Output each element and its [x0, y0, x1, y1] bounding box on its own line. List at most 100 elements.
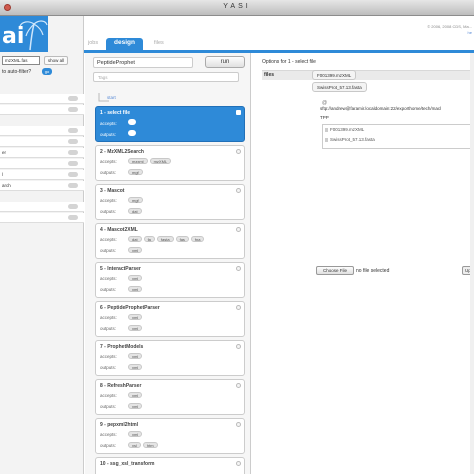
options-title: Options for 1 - select file: [262, 59, 316, 65]
add-output-icon[interactable]: [128, 130, 136, 136]
file-icon: [325, 137, 328, 142]
type-chip: xml: [128, 403, 143, 409]
type-chip: mzXML: [149, 158, 172, 164]
list-item[interactable]: [0, 213, 84, 223]
selected-file-chip[interactable]: F001399.mzXML: [312, 70, 357, 80]
no-file-label: no file selected: [356, 268, 390, 274]
step-outputs-row: outputs: dat: [96, 205, 244, 216]
step-menu-icon[interactable]: [236, 110, 241, 115]
add-pill-icon[interactable]: [68, 204, 78, 209]
step-title: 4 - Mascot2XML: [100, 227, 138, 233]
choose-file-button[interactable]: Choose File: [316, 266, 354, 275]
type-chip: xml: [128, 314, 143, 320]
selected-file-chip[interactable]: SwissProt_57.13.fasta: [312, 82, 367, 92]
step-outputs-row: outputs: mgf: [96, 166, 244, 177]
type-chip: xsl: [128, 442, 141, 448]
tags-input[interactable]: Tags: [93, 72, 239, 82]
type-chip: xml: [128, 392, 143, 398]
pipeline-step-7[interactable]: 7 - ProphetModels accepts: xml outputs: xm…: [95, 340, 245, 376]
help-link[interactable]: he: [468, 30, 472, 35]
logo-text: ai: [2, 24, 25, 49]
left-panel: ai mzXML.fas show all to auto-filter? go…: [0, 16, 84, 474]
list-item[interactable]: [0, 137, 84, 147]
type-chip: xml: [128, 275, 143, 281]
list-item[interactable]: er: [0, 148, 84, 158]
step-menu-icon[interactable]: [236, 344, 241, 349]
type-chip: mgf: [128, 169, 143, 175]
step-title: 2 - MzXML2Search: [100, 149, 144, 155]
add-pill-icon[interactable]: [68, 183, 78, 188]
type-chip: xml: [128, 247, 143, 253]
type-chip: htm: [142, 442, 158, 448]
pipeline-panel: PeptideProphet run Tags start 1 - select…: [85, 53, 251, 474]
filter-row: mzXML.fas show all: [0, 56, 84, 66]
step-outputs-row: outputs: xml: [96, 322, 244, 333]
type-chip: xml: [128, 364, 143, 370]
list-item[interactable]: [0, 159, 84, 169]
list-item[interactable]: arch: [0, 181, 84, 191]
type-chip: fasta: [156, 236, 174, 242]
type-chip: fa: [143, 236, 155, 242]
type-chip: xml: [128, 325, 143, 331]
step-title: 10 - ssg_xsl_transform: [100, 461, 155, 467]
step-accepts-row: accepts:: [96, 116, 244, 127]
pipeline-step-8[interactable]: 8 - RefreshParser accepts: xml outputs: xm…: [95, 379, 245, 415]
type-chip: fna: [190, 236, 205, 242]
step-menu-icon[interactable]: [236, 383, 241, 388]
add-pill-icon[interactable]: [68, 128, 78, 133]
step-outputs-row: outputs:: [96, 127, 244, 138]
run-button[interactable]: run: [205, 56, 245, 68]
add-accept-icon[interactable]: [128, 119, 136, 125]
step-menu-icon[interactable]: [236, 188, 241, 193]
pipeline-step-6[interactable]: 6 - PeptideProphetParser accepts: xml out…: [95, 301, 245, 337]
step-menu-icon[interactable]: [236, 461, 241, 466]
step-accepts-row: accepts: xml: [96, 428, 244, 439]
options-panel: Options for 1 - select file files F00139…: [256, 53, 474, 474]
step-title: 7 - ProphetModels: [100, 344, 144, 350]
filter-input[interactable]: mzXML.fas: [2, 56, 40, 65]
step-menu-icon[interactable]: [236, 227, 241, 232]
step-accepts-row: accepts: xml: [96, 389, 244, 400]
pipeline-name-input[interactable]: PeptideProphet: [93, 57, 193, 68]
pipeline-step-9[interactable]: 9 - pepxml2html accepts: xml outputs: xsl h…: [95, 418, 245, 454]
list-item[interactable]: [0, 105, 84, 115]
add-pill-icon[interactable]: [68, 107, 78, 112]
step-menu-icon[interactable]: [236, 266, 241, 271]
list-item[interactable]: [0, 202, 84, 212]
app-logo: ai: [0, 16, 48, 52]
step-menu-icon[interactable]: [236, 305, 241, 310]
scrollbar[interactable]: [470, 53, 474, 474]
file-row[interactable]: SwissProt_57.13.fasta: [325, 137, 375, 142]
add-pill-icon[interactable]: [68, 150, 78, 155]
go-button[interactable]: go: [42, 68, 52, 75]
pipeline-step-1[interactable]: 1 - select file accepts: outputs:: [95, 106, 245, 142]
sftp-path[interactable]: sftp://andrew@faramir.localdomain:22/exp…: [320, 106, 474, 111]
step-menu-icon[interactable]: [236, 422, 241, 427]
pipeline-step-10[interactable]: 10 - ssg_xsl_transform: [95, 457, 245, 474]
window-title: YASI: [223, 3, 251, 10]
step-menu-icon[interactable]: [236, 149, 241, 154]
step-accepts-row: accepts: xml: [96, 311, 244, 322]
type-chip: xml: [128, 431, 143, 437]
add-pill-icon[interactable]: [68, 161, 78, 166]
file-row[interactable]: F001399.mzXML: [325, 127, 364, 132]
step-outputs-row: outputs: xsl htm: [96, 439, 244, 450]
step-accepts-row: accepts: xml: [96, 350, 244, 361]
pipeline-step-5[interactable]: 5 - InteractParser accepts: xml outputs: x…: [95, 262, 245, 298]
pipeline-step-3[interactable]: 3 - Mascot accepts: mgf outputs: dat: [95, 184, 245, 220]
folder-label[interactable]: TPP: [320, 115, 329, 120]
list-item[interactable]: [0, 94, 84, 104]
copyright-text: © 2006, 2008 CDS, Ma...: [427, 24, 472, 29]
add-pill-icon[interactable]: [68, 96, 78, 101]
step-outputs-row: outputs: xml: [96, 361, 244, 372]
tab-files[interactable]: files: [144, 38, 174, 50]
tab-design[interactable]: design: [106, 38, 143, 50]
list-item[interactable]: l: [0, 170, 84, 180]
add-pill-icon[interactable]: [68, 172, 78, 177]
pipeline-step-4[interactable]: 4 - Mascot2XML accepts: dat fa fasta fas fna …: [95, 223, 245, 259]
add-pill-icon[interactable]: [68, 215, 78, 220]
pipeline-step-2[interactable]: 2 - MzXML2Search accepts: mzxml mzXML outp…: [95, 145, 245, 181]
show-all-button[interactable]: show all: [44, 56, 68, 65]
list-item[interactable]: [0, 126, 84, 136]
add-pill-icon[interactable]: [68, 139, 78, 144]
